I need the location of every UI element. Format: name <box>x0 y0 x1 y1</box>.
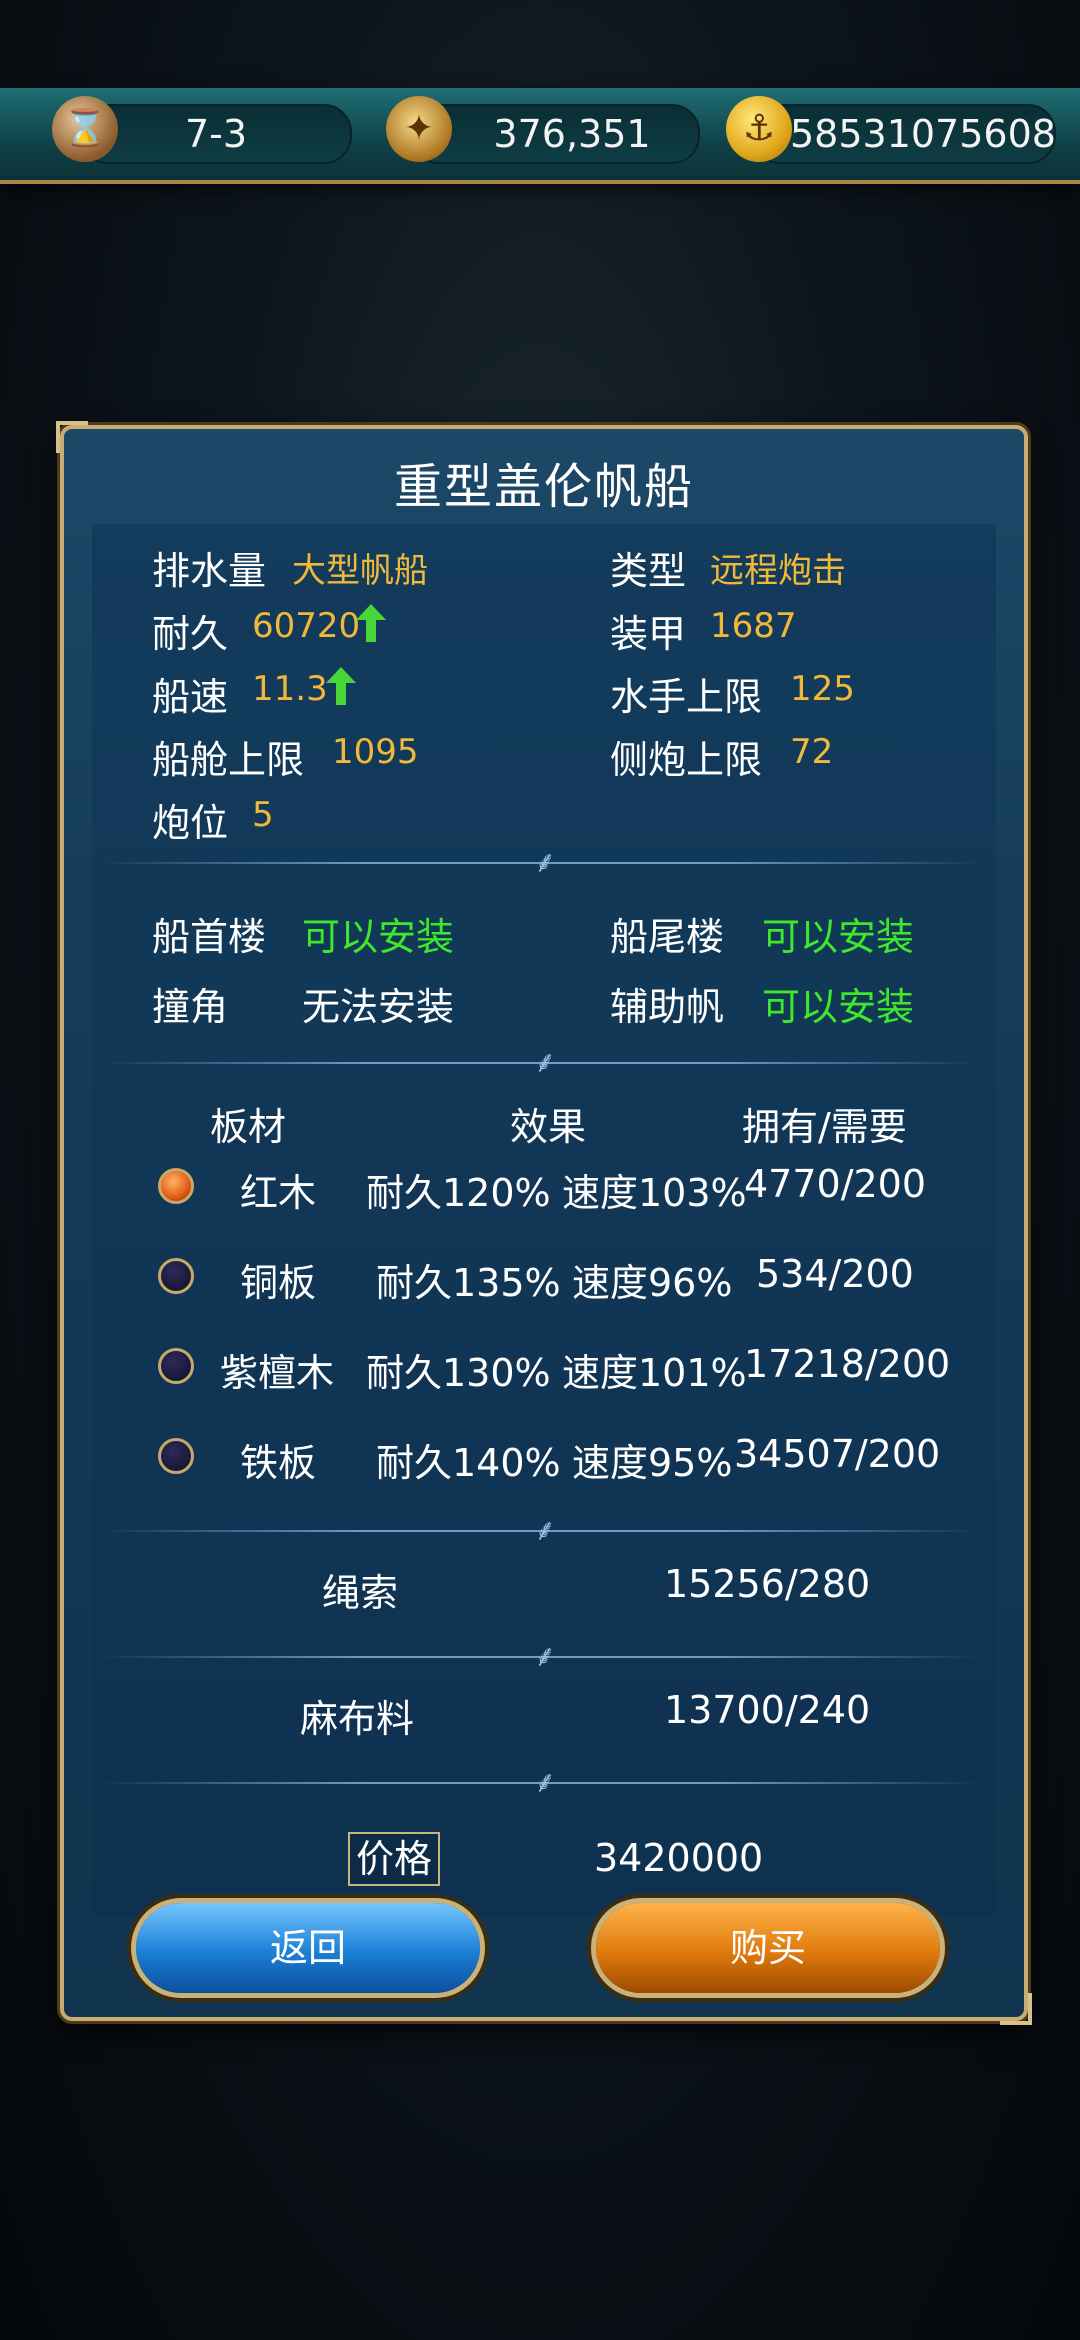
stage-counter: 7-3 <box>80 104 352 164</box>
cargo-value: 1095 <box>332 732 419 772</box>
compass-counter: 376,351 <box>410 104 700 164</box>
hourglass-icon[interactable]: ⌛ <box>52 96 118 162</box>
gun-slots-label: 炮位 <box>152 801 229 845</box>
stern-value: 可以安装 <box>762 915 915 959</box>
armor-value: 1687 <box>710 606 797 646</box>
divider-ornament-icon: ⸙ <box>533 845 557 880</box>
bow-label: 船首楼 <box>152 915 267 959</box>
rope-value: 15256/280 <box>664 1562 871 1606</box>
plank-radio[interactable] <box>158 1258 194 1294</box>
coin-counter: 58531075608 <box>752 104 1056 164</box>
plank-owned: 4770/200 <box>744 1162 927 1206</box>
plank-radio[interactable] <box>158 1438 194 1474</box>
plank-durability: 耐久140% <box>376 1441 561 1485</box>
plank-speed: 速度95% <box>572 1441 733 1485</box>
compass-icon[interactable]: ✦ <box>386 96 452 162</box>
plank-name: 红木 <box>240 1171 317 1215</box>
aux-sail-label: 辅助帆 <box>610 985 725 1029</box>
plank-speed: 速度101% <box>562 1351 747 1395</box>
armor-label: 装甲 <box>610 612 687 656</box>
speed-label: 船速 <box>152 675 229 719</box>
anchor-coin-icon[interactable]: ⚓ <box>726 96 792 162</box>
ram-label: 撞角 <box>152 985 229 1029</box>
plank-owned: 534/200 <box>756 1252 914 1296</box>
upgrade-arrow-icon <box>326 667 356 705</box>
plank-durability: 耐久130% <box>366 1351 551 1395</box>
plank-radio[interactable] <box>158 1348 194 1384</box>
aux-sail-value: 可以安装 <box>762 985 915 1029</box>
plank-name: 铜板 <box>240 1261 317 1305</box>
plank-header-owned: 拥有/需要 <box>742 1105 907 1149</box>
plank-owned: 34507/200 <box>734 1432 941 1476</box>
price-value: 3420000 <box>594 1836 764 1880</box>
stern-label: 船尾楼 <box>610 915 725 959</box>
plank-durability: 耐久120% <box>366 1171 551 1215</box>
divider-ornament-icon: ⸙ <box>533 1639 557 1674</box>
crew-value: 125 <box>790 669 855 709</box>
broadside-value: 72 <box>790 732 834 772</box>
divider-ornament-icon: ⸙ <box>533 1513 557 1548</box>
type-value: 远程炮击 <box>710 551 846 591</box>
divider-ornament-icon: ⸙ <box>533 1045 557 1080</box>
plank-header-effect: 效果 <box>510 1105 587 1149</box>
plank-radio-selected[interactable] <box>158 1168 194 1204</box>
plank-owned: 17218/200 <box>744 1342 951 1386</box>
upgrade-arrow-icon <box>356 604 386 642</box>
coin-value: 58531075608 <box>790 112 1056 156</box>
durability-value: 60720 <box>252 606 361 646</box>
rope-label: 绳索 <box>322 1571 399 1615</box>
ram-value: 无法安装 <box>302 985 455 1029</box>
speed-value: 11.3 <box>252 669 328 709</box>
crew-label: 水手上限 <box>610 675 763 719</box>
bow-value: 可以安装 <box>302 915 455 959</box>
compass-value: 376,351 <box>493 112 651 156</box>
plank-name: 紫檀木 <box>220 1351 335 1395</box>
plank-speed: 速度96% <box>572 1261 733 1305</box>
linen-value: 13700/240 <box>664 1688 871 1732</box>
price-label: 价格 <box>348 1832 440 1886</box>
plank-speed: 速度103% <box>562 1171 747 1215</box>
plank-durability: 耐久135% <box>376 1261 561 1305</box>
stage-value: 7-3 <box>184 112 248 156</box>
resource-bar: 7-3 ⌛ 376,351 ✦ 58531075608 ⚓ <box>0 88 1080 184</box>
divider-ornament-icon: ⸙ <box>533 1765 557 1800</box>
displacement-label: 排水量 <box>152 549 267 593</box>
linen-label: 麻布料 <box>300 1697 415 1741</box>
back-button[interactable]: 返回 <box>136 1903 480 1993</box>
ship-title: 重型盖伦帆船 <box>393 459 694 515</box>
durability-label: 耐久 <box>152 612 229 656</box>
buy-button[interactable]: 购买 <box>596 1903 940 1993</box>
displacement-value: 大型帆船 <box>292 551 428 591</box>
cargo-label: 船舱上限 <box>152 738 305 782</box>
plank-header-material: 板材 <box>210 1105 287 1149</box>
broadside-label: 侧炮上限 <box>610 738 763 782</box>
type-label: 类型 <box>610 549 687 593</box>
plank-name: 铁板 <box>240 1441 317 1485</box>
gun-slots-value: 5 <box>252 795 274 835</box>
